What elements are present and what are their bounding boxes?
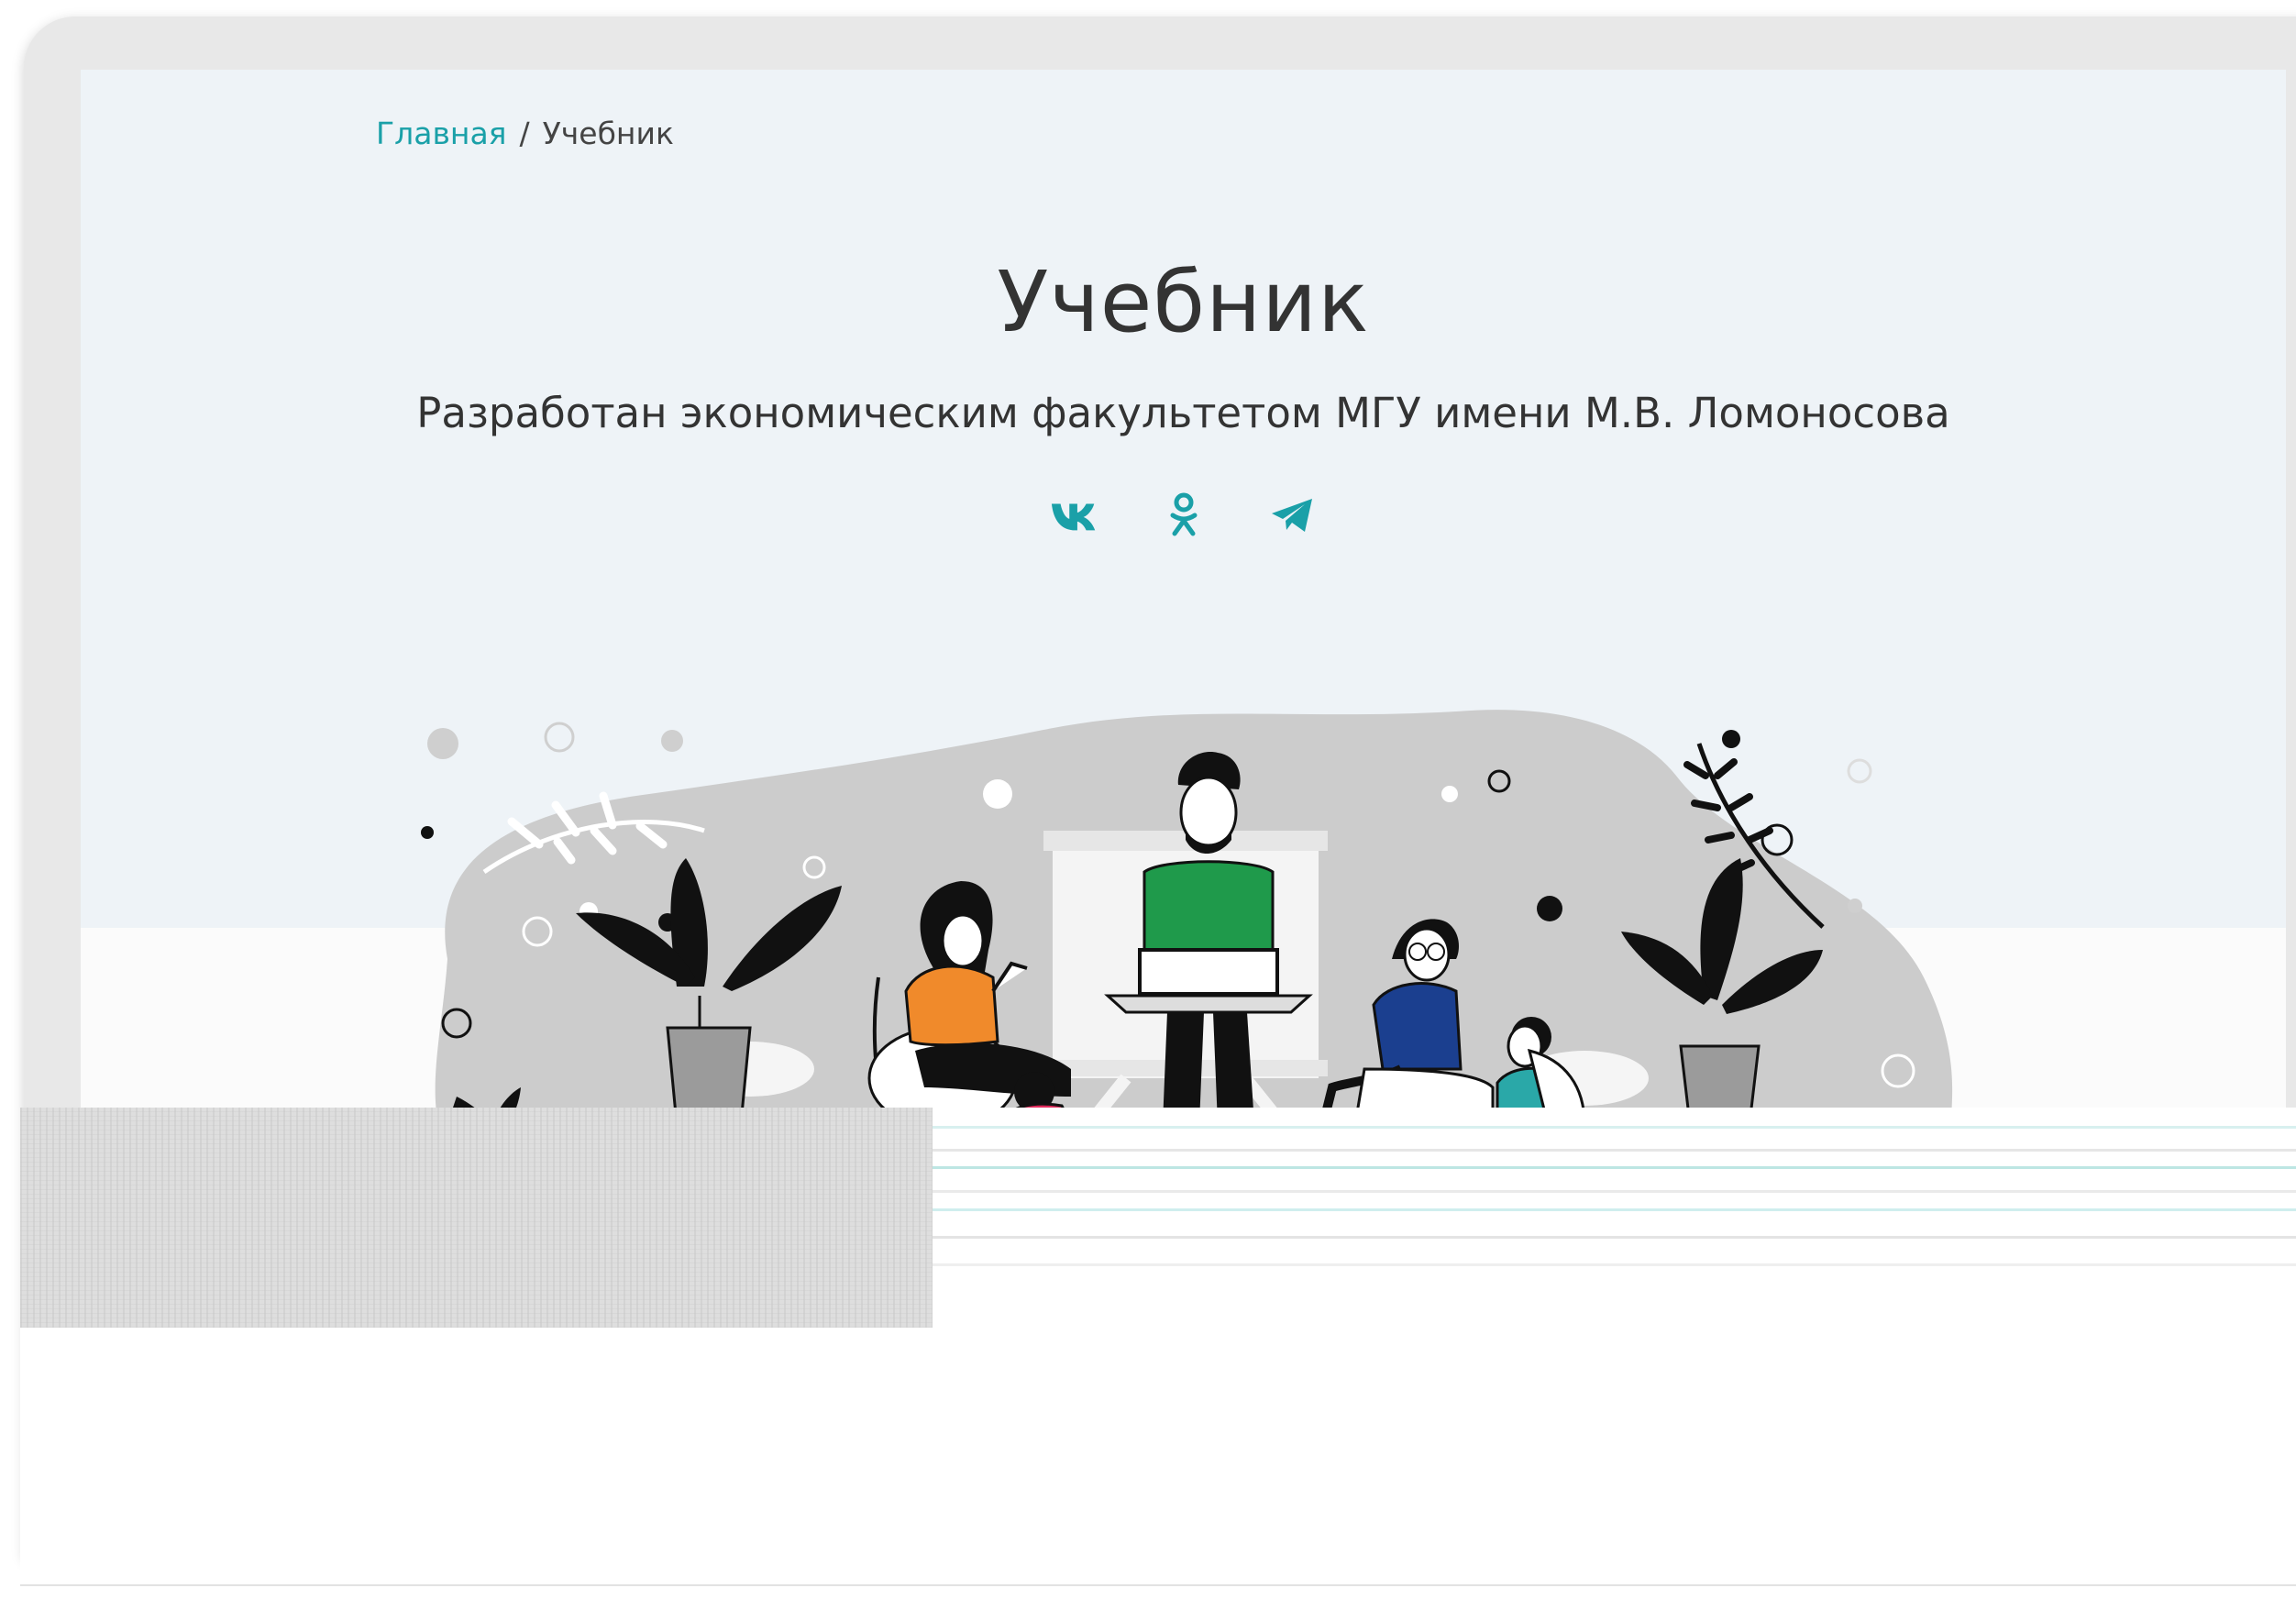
glitch-line (933, 1166, 2296, 1169)
telegram-icon (1271, 499, 1312, 532)
vk-share-button[interactable] (1050, 490, 1101, 541)
breadcrumb-separator: / (519, 116, 530, 151)
breadcrumb-home-link[interactable]: Главная (376, 116, 507, 151)
glitch-line (933, 1263, 2296, 1266)
page-title: Учебник (997, 253, 1370, 351)
odnoklassniki-icon (1170, 492, 1197, 536)
breadcrumb: Главная / Учебник (376, 116, 674, 151)
odnoklassniki-share-button[interactable] (1158, 490, 1209, 541)
web-page: Главная / Учебник Учебник Разработан эко… (81, 70, 2286, 1124)
glitch-noise-block (20, 1108, 933, 1328)
glitch-line (20, 1584, 2296, 1586)
team-illustration (421, 710, 1953, 1124)
glitch-line (933, 1190, 2296, 1193)
glitch-line (933, 1208, 2296, 1211)
glitch-line (933, 1236, 2296, 1239)
telegram-share-button[interactable] (1266, 490, 1318, 541)
social-links (81, 490, 2286, 541)
glitch-artifact-region (20, 1108, 2296, 1610)
vk-icon (1051, 503, 1095, 531)
glitch-line (933, 1126, 2296, 1129)
glitch-line (933, 1149, 2296, 1152)
page-subtitle: Разработан экономическим факультетом МГУ… (416, 389, 1950, 437)
breadcrumb-current: Учебник (542, 116, 674, 151)
